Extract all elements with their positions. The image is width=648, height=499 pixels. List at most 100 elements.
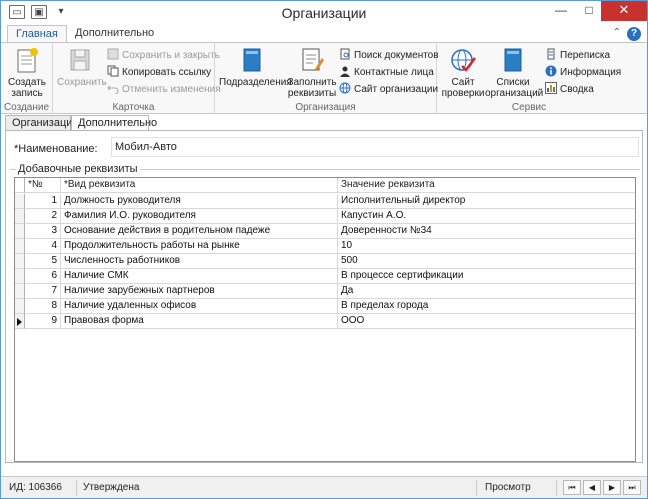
last-record-button[interactable]: ⏭ [623,480,641,495]
table-row[interactable]: 4 Продолжительность работы на рынке 10 [15,239,635,254]
cell-value[interactable]: Доверенности №34 [338,224,635,239]
table-row[interactable]: 8 Наличие удаленных офисов В пределах го… [15,299,635,314]
header-value[interactable]: Значение реквизита [338,178,635,193]
status-bar: ИД: 106366 Утверждена Просмотр ⏮ ◀ ▶ ⏭ [1,476,647,498]
row-indicator-cell[interactable] [15,209,25,224]
name-label: *Наименование: [14,143,98,155]
cell-num[interactable]: 9 [25,314,61,329]
undo-label: Отменить изменения [122,84,221,95]
row-indicator-cell[interactable] [15,254,25,269]
cell-type[interactable]: Продолжительность работы на рынке [61,239,338,254]
row-indicator-cell[interactable] [15,314,25,329]
row-indicator-cell[interactable] [15,239,25,254]
globe-icon [339,82,351,94]
cell-type[interactable]: Правовая форма [61,314,338,329]
header-indicator-cell [15,178,25,193]
globe-check-icon [451,49,476,72]
prev-record-button[interactable]: ◀ [583,480,601,495]
fill-details-icon [302,48,324,71]
cell-type[interactable]: Фамилия И.О. руководителя [61,209,338,224]
tab-organization[interactable]: Организация [5,115,78,131]
table-row-current[interactable]: 9 Правовая форма ООО [15,314,635,329]
org-site-button[interactable]: Сайт организации [339,81,438,98]
cell-num[interactable]: 8 [25,299,61,314]
cell-type[interactable]: Наличие СМК [61,269,338,284]
doc-search-button[interactable]: Поиск документов [339,47,439,64]
grid-header: *№ *Вид реквизита Значение реквизита [15,178,635,193]
ribbon-tabs: Главная Дополнительно ⌃ ? [1,25,647,44]
cell-num[interactable]: 1 [25,194,61,209]
org-lists-label: Списки организаций [485,77,544,99]
row-indicator-cell[interactable] [15,284,25,299]
group-create-label: Создание [3,102,50,113]
save-close-label: Сохранить и закрыть [122,50,220,61]
table-row[interactable]: 5 Численность работников 500 [15,254,635,269]
cell-num[interactable]: 3 [25,224,61,239]
copy-link-button[interactable]: Копировать ссылку [107,64,211,81]
information-button[interactable]: Информация [545,64,621,81]
create-record-icon [17,48,38,73]
cell-num[interactable]: 6 [25,269,61,284]
undo-changes-button[interactable]: Отменить изменения [107,81,221,98]
cell-type[interactable]: Наличие зарубежных партнеров [61,284,338,299]
name-input[interactable]: Мобил-Авто [111,137,639,157]
doc-search-icon [340,48,350,60]
table-row[interactable]: 3 Основание действия в родительном падеж… [15,224,635,239]
information-label: Информация [560,67,622,78]
header-type[interactable]: *Вид реквизита [61,178,338,193]
table-row[interactable]: 1 Должность руководителя Исполнительный … [15,194,635,209]
tab-additional[interactable]: Дополнительно [67,25,162,43]
cell-value[interactable]: 500 [338,254,635,269]
cell-value[interactable]: Капустин А.О. [338,209,635,224]
summary-button[interactable]: Сводка [545,81,594,98]
row-indicator-cell[interactable] [15,194,25,209]
cell-type[interactable]: Основание действия в родительном падеже [61,224,338,239]
cell-num[interactable]: 5 [25,254,61,269]
doc-search-label: Поиск документов [354,50,439,61]
group-card: Сохранить Сохранить и закрыть Копировать… [53,43,221,114]
cell-value[interactable]: 10 [338,239,635,254]
table-row[interactable]: 7 Наличие зарубежных партнеров Да [15,284,635,299]
org-lists-button[interactable]: Списки организаций [485,46,544,99]
cell-type[interactable]: Численность работников [61,254,338,269]
table-row[interactable]: 2 Фамилия И.О. руководителя Капустин А.О… [15,209,635,224]
book-lists-icon [504,48,522,72]
fill-details-button[interactable]: Заполнить реквизиты [287,46,337,99]
cell-value[interactable]: ООО [338,314,635,329]
table-row[interactable]: 6 Наличие СМК В процессе сертификации [15,269,635,284]
create-record-button[interactable]: Создать запись [5,46,49,99]
cell-value[interactable]: В процессе сертификации [338,269,635,284]
cell-type[interactable]: Должность руководителя [61,194,338,209]
check-site-button[interactable]: Сайт проверки [441,46,485,99]
minimize-button[interactable]: — [547,1,575,21]
view-mode: Просмотр [481,480,557,496]
book-icon [243,48,261,72]
row-indicator-cell[interactable] [15,299,25,314]
maximize-button[interactable]: □ [575,1,603,21]
row-indicator-cell[interactable] [15,269,25,284]
cell-value[interactable]: Исполнительный директор [338,194,635,209]
save-close-button[interactable]: Сохранить и закрыть [107,47,220,64]
cell-num[interactable]: 7 [25,284,61,299]
save-button[interactable]: Сохранить [57,46,107,88]
row-indicator-cell[interactable] [15,224,25,239]
cell-num[interactable]: 2 [25,209,61,224]
extra-legend: Добавочные реквизиты [16,163,140,175]
cell-num[interactable]: 4 [25,239,61,254]
help-icon[interactable]: ? [627,27,641,41]
current-row-arrow-icon [17,318,22,326]
next-record-button[interactable]: ▶ [603,480,621,495]
cell-type[interactable]: Наличие удаленных офисов [61,299,338,314]
contacts-button[interactable]: Контактные лица [339,64,434,81]
first-record-button[interactable]: ⏮ [563,480,581,495]
undo-icon [107,86,119,95]
header-num[interactable]: *№ [25,178,61,193]
subdivisions-button[interactable]: Подразделения [219,46,292,88]
correspondence-icon [547,48,555,60]
cell-value[interactable]: В пределах города [338,299,635,314]
collapse-ribbon-icon[interactable]: ⌃ [613,27,621,38]
correspondence-label: Переписка [560,50,611,61]
correspondence-button[interactable]: Переписка [545,47,610,64]
cell-value[interactable]: Да [338,284,635,299]
close-button[interactable]: ✕ [601,1,647,21]
